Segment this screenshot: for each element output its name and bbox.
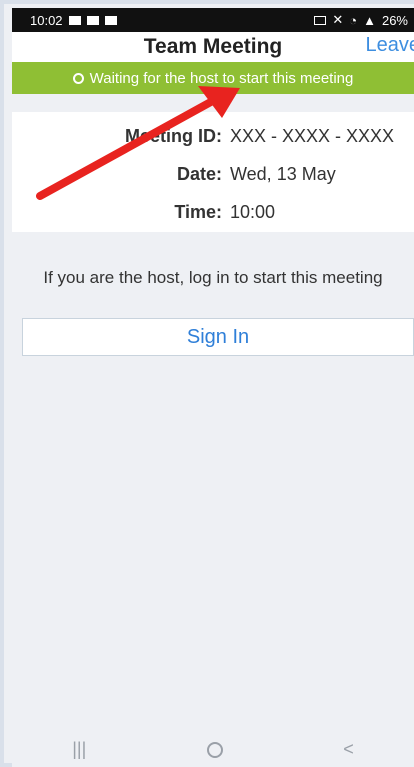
meeting-id-value: XXX - XXXX - XXXX xyxy=(230,126,395,146)
notification-icon xyxy=(68,15,81,25)
message-icon xyxy=(86,15,99,25)
battery-level: 26% xyxy=(381,12,408,28)
status-bar: 10:02 ✕ ◔ ▲ 26% xyxy=(12,8,414,32)
status-left: 10:02 xyxy=(30,13,117,28)
status-time: 10:02 xyxy=(30,12,63,28)
time-label: Time: xyxy=(174,202,222,222)
nfc-icon xyxy=(314,15,327,25)
time-value: 10:00 xyxy=(230,202,276,222)
wifi-icon: ◔ xyxy=(349,12,358,28)
leave-button[interactable]: Leave xyxy=(366,34,414,57)
host-login-message: If you are the host, log in to start thi… xyxy=(43,268,383,287)
home-button[interactable] xyxy=(206,741,223,758)
clock-icon xyxy=(72,72,84,84)
sign-in-button[interactable]: Sign In xyxy=(22,318,414,356)
date-value: Wed, 13 May xyxy=(230,164,336,184)
mute-icon: ✕ xyxy=(332,12,344,27)
video-icon xyxy=(104,15,117,25)
meeting-header: Team Meeting Leave xyxy=(12,32,414,62)
status-right: ✕ ◔ ▲ 26% xyxy=(314,12,408,28)
waiting-text: Waiting for the host to start this meeti… xyxy=(89,69,354,87)
meeting-id-label: Meeting ID: xyxy=(125,126,222,146)
recent-apps-button[interactable]: ||| xyxy=(72,739,86,760)
meeting-id-row: Meeting ID: XXX - XXXX - XXXX xyxy=(12,126,414,147)
waiting-banner: Waiting for the host to start this meeti… xyxy=(12,62,414,94)
date-row: Date: Wed, 13 May xyxy=(12,164,414,185)
back-button[interactable]: < xyxy=(343,739,354,760)
meeting-details: Meeting ID: XXX - XXXX - XXXX Date: Wed,… xyxy=(12,112,414,232)
android-nav-bar: ||| < xyxy=(12,732,414,767)
page-title: Team Meeting xyxy=(143,35,283,58)
date-label: Date: xyxy=(176,164,222,184)
time-row: Time: 10:00 xyxy=(12,202,414,223)
signal-icon: ▲ xyxy=(363,12,376,28)
